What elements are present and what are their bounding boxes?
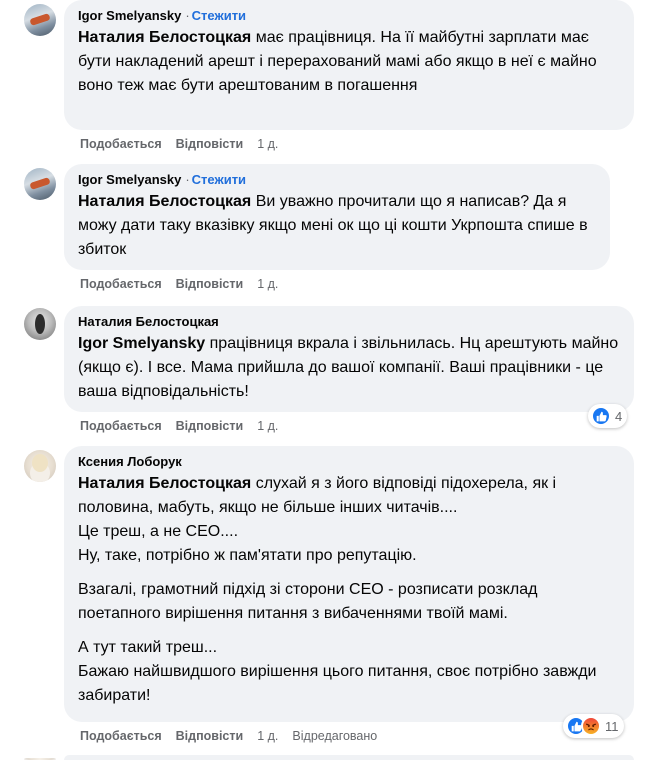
comment-timestamp[interactable]: 1 д. xyxy=(257,277,278,291)
avatar-ksenia-loboruk[interactable] xyxy=(24,450,56,482)
comment-author[interactable]: Наталия Белостоцкая xyxy=(78,314,219,329)
comment-body: А тут такий треш... xyxy=(78,639,218,656)
mention-link[interactable]: Igor Smelyansky xyxy=(78,335,205,352)
comment-author-line: Ксения Лоборук xyxy=(78,453,622,471)
next-comment-bubble xyxy=(64,755,634,760)
comment-bubble: Наталия Белостоцкая Igor Smelyansky прац… xyxy=(64,306,634,412)
comment-timestamp[interactable]: 1 д. xyxy=(257,137,278,151)
comment-body: Взагалі, грамотний підхід зі сторони СЕО… xyxy=(78,581,538,622)
comment-actions: Подобається Відповісти 1 д. Відредаговано xyxy=(80,728,377,744)
angry-icon xyxy=(581,716,601,736)
comment-text: Igor Smelyansky працівниця вкрала і звіл… xyxy=(78,332,622,404)
avatar-igor-smelyansky[interactable] xyxy=(24,4,56,36)
reply-button[interactable]: Відповісти xyxy=(176,277,244,291)
mention-link[interactable]: Наталия Белостоцкая xyxy=(78,29,251,46)
like-button[interactable]: Подобається xyxy=(80,137,162,151)
comment-timestamp[interactable]: 1 д. xyxy=(257,419,278,433)
like-icon xyxy=(591,406,611,426)
comment-author[interactable]: Igor Smelyansky xyxy=(78,172,181,187)
like-button[interactable]: Подобається xyxy=(80,277,162,291)
comment-author-line: Igor Smelyansky · Стежити xyxy=(78,171,598,189)
edited-label: Відредаговано xyxy=(292,729,378,743)
reply-button[interactable]: Відповісти xyxy=(176,419,244,433)
separator-dot: · xyxy=(185,172,190,187)
reactions-summary[interactable]: 4 xyxy=(588,404,628,428)
avatar-igor-smelyansky[interactable] xyxy=(24,168,56,200)
comment-actions: Подобається Відповісти 1 д. xyxy=(80,418,278,434)
comment-author[interactable]: Igor Smelyansky xyxy=(78,8,181,23)
comment-author-line: Igor Smelyansky · Стежити xyxy=(78,7,622,25)
comment-text: Наталия Белостоцкая слухай я з його відп… xyxy=(78,472,622,708)
comment-body: Бажаю найшвидшого вирішення цього питанн… xyxy=(78,663,597,704)
follow-link[interactable]: Стежити xyxy=(192,8,246,23)
comment-bubble: Igor Smelyansky · Стежити Наталия Белостоц… xyxy=(64,0,634,130)
comment-body: Ну, таке, потрібно ж пам'ятати про репут… xyxy=(78,547,417,564)
comment-bubble: Ксения Лоборук Наталия Белостоцкая слуха… xyxy=(64,446,634,722)
comment-author-line: Наталия Белостоцкая xyxy=(78,313,622,331)
comment-author[interactable]: Ксения Лоборук xyxy=(78,454,182,469)
comment-actions: Подобається Відповісти 1 д. xyxy=(80,136,278,152)
reaction-count: 4 xyxy=(615,408,623,424)
avatar-natalia-belostotskaya[interactable] xyxy=(24,308,56,340)
like-button[interactable]: Подобається xyxy=(80,729,162,743)
comment-body: Це треш, а не СЕО.... xyxy=(78,523,239,540)
comment-actions: Подобається Відповісти 1 д. xyxy=(80,276,278,292)
reply-button[interactable]: Відповісти xyxy=(176,729,244,743)
reactions-summary[interactable]: 11 xyxy=(563,714,624,738)
separator-dot: · xyxy=(185,8,190,23)
follow-link[interactable]: Стежити xyxy=(192,172,246,187)
reaction-count: 11 xyxy=(605,718,619,734)
like-button[interactable]: Подобається xyxy=(80,419,162,433)
comment-timestamp[interactable]: 1 д. xyxy=(257,729,278,743)
mention-link[interactable]: Наталия Белостоцкая xyxy=(78,475,251,492)
comment-text: Наталия Белостоцкая має працівниця. На ї… xyxy=(78,26,622,98)
comment-bubble: Igor Smelyansky · Стежити Наталия Белостоц… xyxy=(64,164,610,270)
reply-button[interactable]: Відповісти xyxy=(176,137,244,151)
comment-text: Наталия Белостоцкая Ви уважно прочитали … xyxy=(78,190,598,262)
mention-link[interactable]: Наталия Белостоцкая xyxy=(78,193,251,210)
